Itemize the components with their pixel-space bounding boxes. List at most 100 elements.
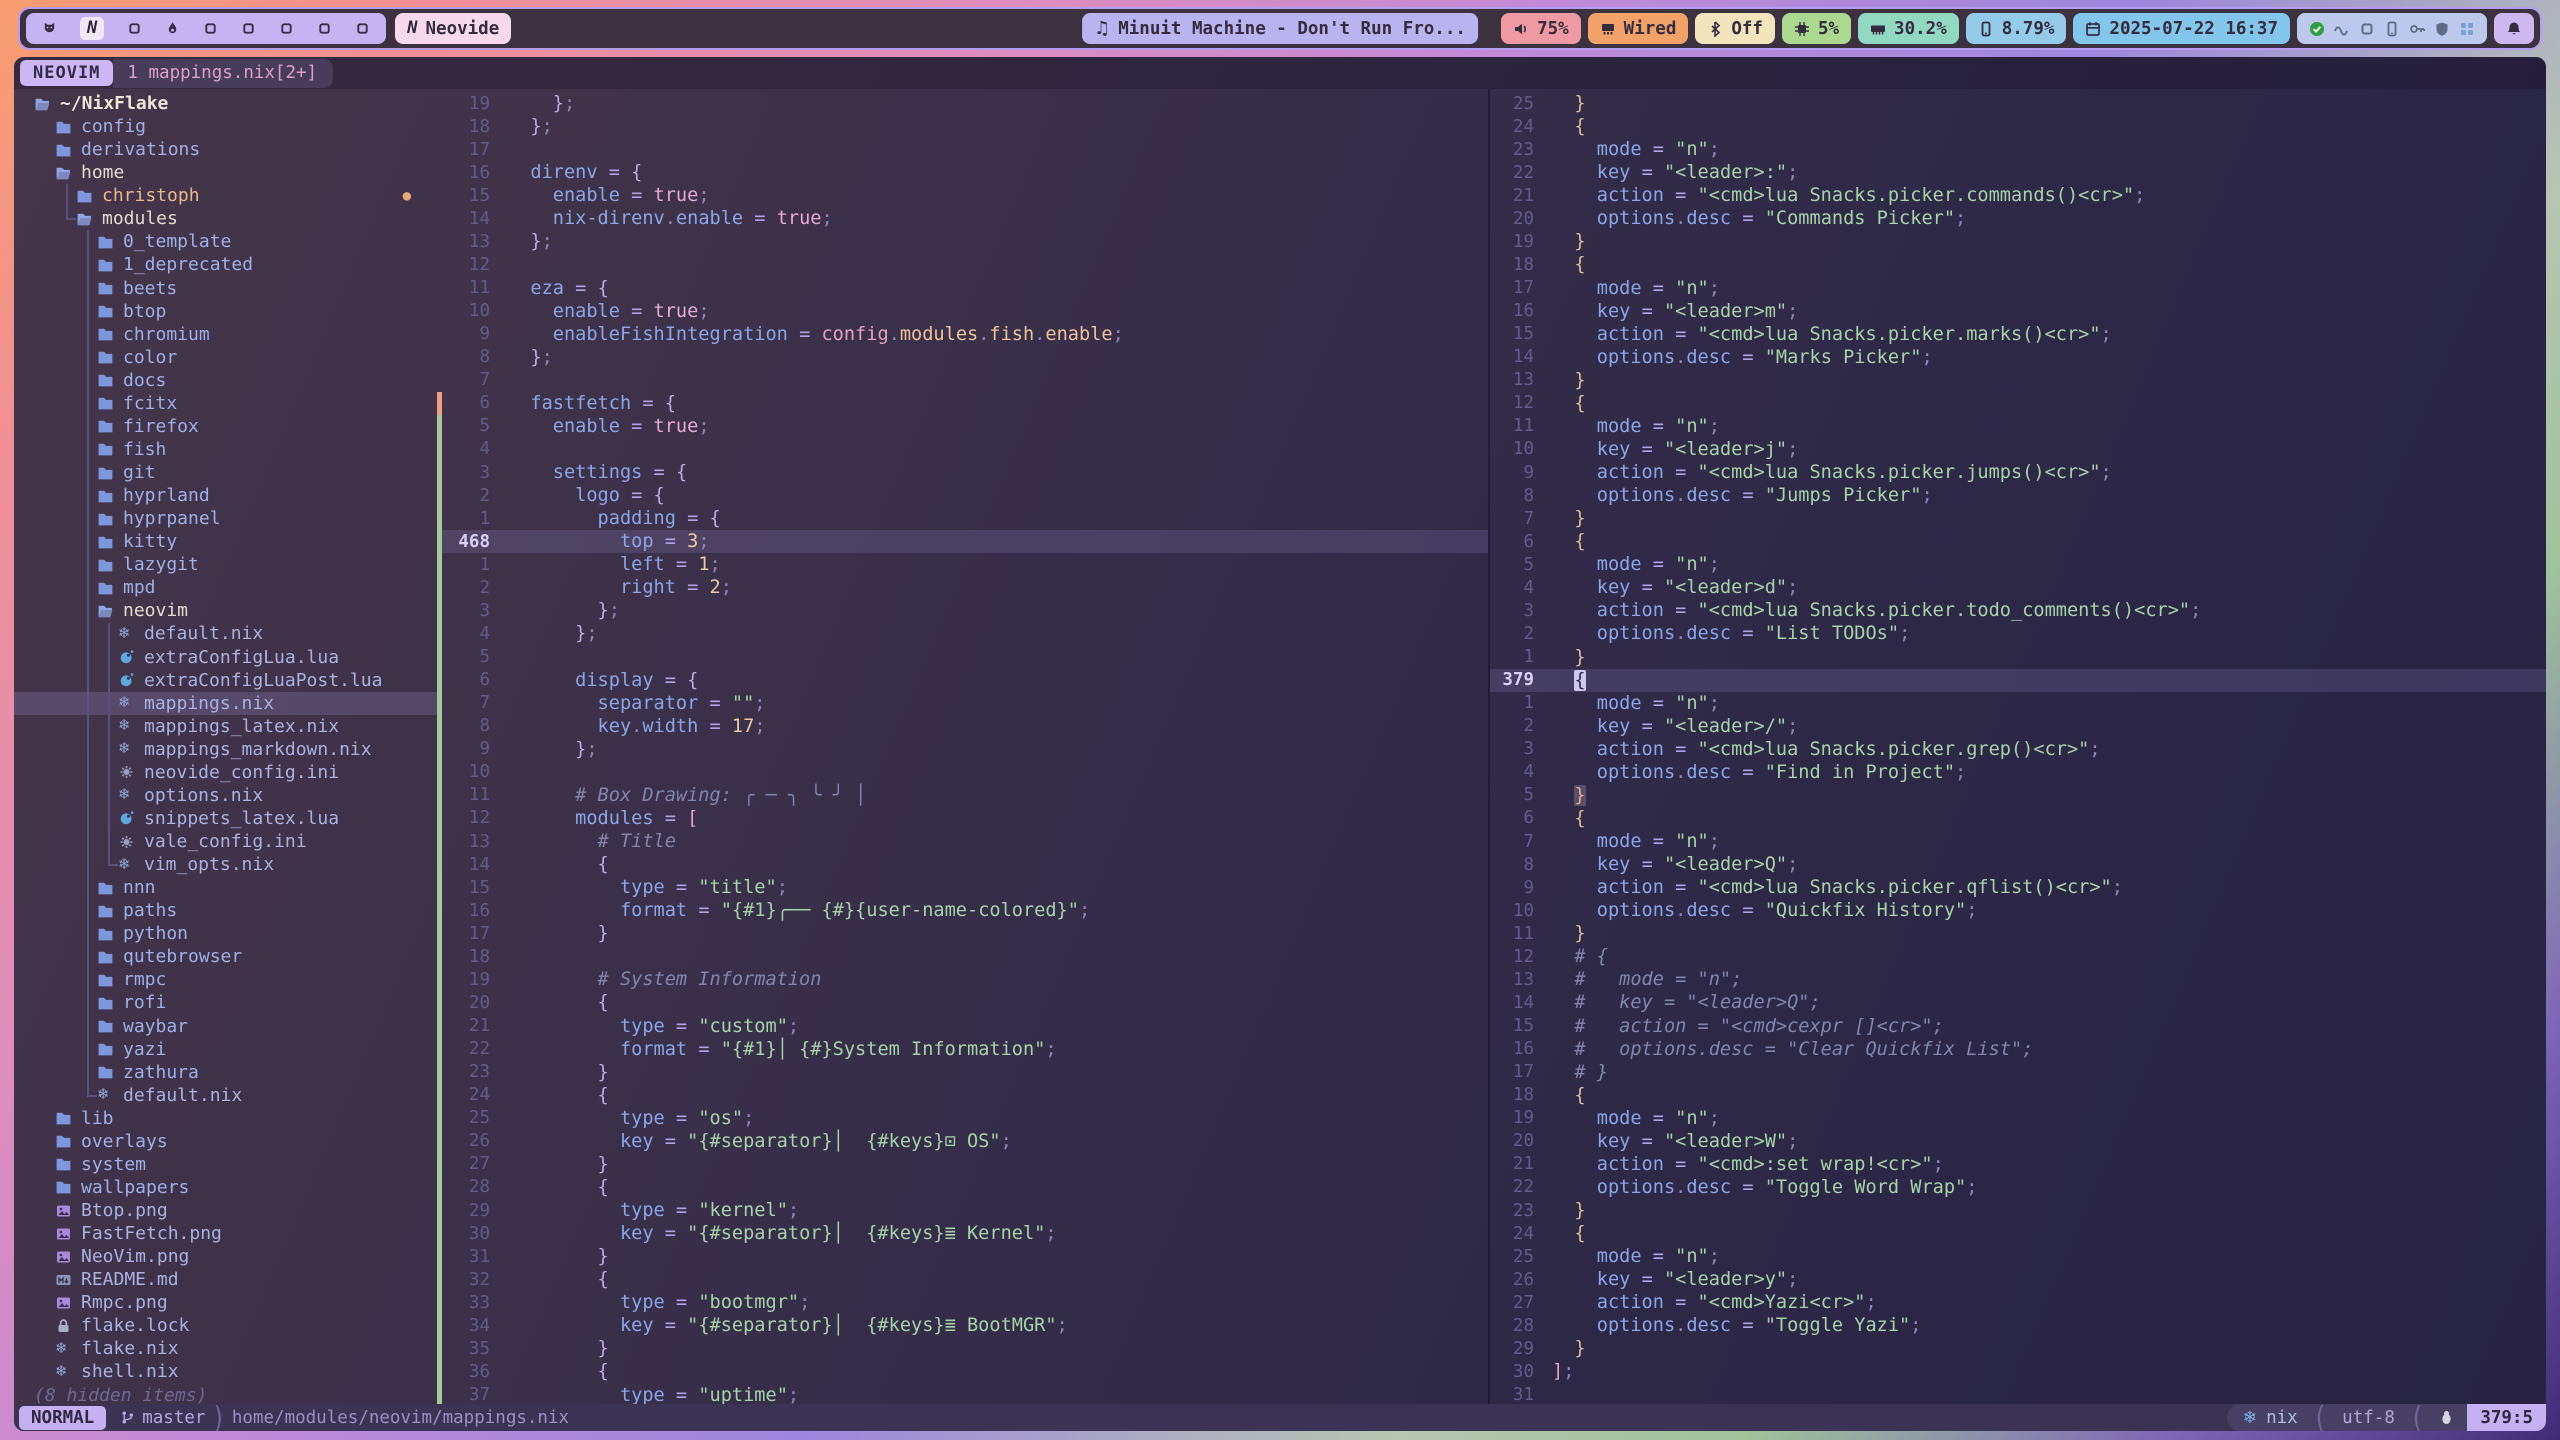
code-line[interactable]: 12 { — [1490, 392, 2546, 415]
tree-item-overlays[interactable]: overlays — [14, 1130, 437, 1153]
tree-item-vale-config-ini[interactable]: vale_config.ini — [14, 830, 437, 853]
code-line[interactable]: 11 } — [1490, 922, 2546, 945]
code-line[interactable]: 12 # { — [1490, 945, 2546, 968]
tree-item-firefox[interactable]: firefox — [14, 415, 437, 438]
code-line[interactable]: 11 # Box Drawing: ╭ ─ ╮ ╰ ╯ │ — [437, 784, 1488, 807]
tree-item-docs[interactable]: docs — [14, 369, 437, 392]
code-line[interactable]: 13 }; — [437, 230, 1488, 253]
code-line[interactable]: 1 mode = "n"; — [1490, 692, 2546, 715]
tree-item-1-deprecated[interactable]: 1_deprecated — [14, 253, 437, 276]
code-line[interactable]: 6 { — [1490, 807, 2546, 830]
code-line[interactable]: 14 { — [437, 853, 1488, 876]
tree-item-snippets-latex-lua[interactable]: snippets_latex.lua — [14, 807, 437, 830]
code-line[interactable]: 8 key = "<leader>Q"; — [1490, 853, 2546, 876]
code-line[interactable]: 15 action = "<cmd>lua Snacks.picker.mark… — [1490, 323, 2546, 346]
tree-item-hyprpanel[interactable]: hyprpanel — [14, 507, 437, 530]
clock-widget[interactable]: 2025-07-22 16:37 — [2073, 13, 2290, 44]
tree-item-nnn[interactable]: nnn — [14, 876, 437, 899]
code-line[interactable]: 9 enableFishIntegration = config.modules… — [437, 323, 1488, 346]
buffer-tab[interactable]: 1 mappings.nix[2+] — [113, 59, 333, 88]
tree-item-mpd[interactable]: mpd — [14, 576, 437, 599]
code-line[interactable]: 22 format = "{#1}│ {#}System Information… — [437, 1038, 1488, 1061]
code-line[interactable]: 29 type = "kernel"; — [437, 1199, 1488, 1222]
code-line[interactable]: 18 }; — [437, 115, 1488, 138]
code-line[interactable]: 20 { — [437, 991, 1488, 1014]
tree-item-system[interactable]: system — [14, 1153, 437, 1176]
code-line[interactable]: 21 action = "<cmd>:set wrap!<cr>"; — [1490, 1153, 2546, 1176]
code-line[interactable]: 3 action = "<cmd>lua Snacks.picker.grep(… — [1490, 738, 2546, 761]
code-line[interactable]: 7 } — [1490, 507, 2546, 530]
code-line[interactable]: 5 } — [1490, 784, 2546, 807]
code-line[interactable]: 11 mode = "n"; — [1490, 415, 2546, 438]
memory-widget[interactable]: 30.2% — [1858, 13, 1959, 44]
bluetooth-widget[interactable]: Off — [1695, 13, 1775, 44]
editor-pane-left[interactable]: 19 };18 };1716 direnv = {15 enable = tru… — [437, 89, 1488, 1404]
code-line[interactable]: 22 options.desc = "Toggle Word Wrap"; — [1490, 1176, 2546, 1199]
code-line[interactable]: 13 } — [1490, 369, 2546, 392]
tree-item-mappings-markdown-nix[interactable]: ❄mappings_markdown.nix — [14, 738, 437, 761]
code-line[interactable]: 19 } — [1490, 230, 2546, 253]
tree-item-zathura[interactable]: zathura — [14, 1061, 437, 1084]
code-line[interactable]: 29 } — [1490, 1337, 2546, 1360]
disk-widget[interactable]: 8.79% — [1966, 13, 2067, 44]
code-line[interactable]: 37 type = "uptime"; — [437, 1384, 1488, 1405]
code-line[interactable]: 3 }; — [437, 599, 1488, 622]
tree-item-btop-png[interactable]: Btop.png — [14, 1199, 437, 1222]
code-line[interactable]: 17 — [437, 138, 1488, 161]
tree-item-fish[interactable]: fish — [14, 438, 437, 461]
code-line[interactable]: 32 { — [437, 1268, 1488, 1291]
code-line[interactable]: 4 options.desc = "Find in Project"; — [1490, 761, 2546, 784]
code-line[interactable]: 24 { — [1490, 115, 2546, 138]
code-line[interactable]: 21 type = "custom"; — [437, 1015, 1488, 1038]
code-line[interactable]: 19 }; — [437, 92, 1488, 115]
code-line[interactable]: 27 action = "<cmd>Yazi<cr>"; — [1490, 1291, 2546, 1314]
code-line[interactable]: 14 # key = "<leader>Q"; — [1490, 991, 2546, 1014]
square-icon[interactable] — [317, 21, 332, 36]
code-line[interactable]: 15 # action = "<cmd>cexpr []<cr>"; — [1490, 1015, 2546, 1038]
code-line[interactable]: 6 display = { — [437, 669, 1488, 692]
code-line[interactable]: 2 options.desc = "List TODOs"; — [1490, 622, 2546, 645]
code-line[interactable]: 23 mode = "n"; — [1490, 138, 2546, 161]
tree-item-lazygit[interactable]: lazygit — [14, 553, 437, 576]
code-line[interactable]: 11 eza = { — [437, 277, 1488, 300]
tree-item-paths[interactable]: paths — [14, 899, 437, 922]
network-widget[interactable]: Wired — [1588, 13, 1689, 44]
tray-square-icon[interactable] — [2359, 21, 2375, 37]
code-line[interactable]: 33 type = "bootmgr"; — [437, 1291, 1488, 1314]
tree-item-extraconfiglua-lua[interactable]: extraConfigLua.lua — [14, 646, 437, 669]
tree-item-extraconfigluapost-lua[interactable]: extraConfigLuaPost.lua — [14, 669, 437, 692]
code-line[interactable]: 22 key = "<leader>:"; — [1490, 161, 2546, 184]
code-line[interactable]: 6 fastfetch = { — [437, 392, 1488, 415]
code-line[interactable]: 10 options.desc = "Quickfix History"; — [1490, 899, 2546, 922]
code-line[interactable]: 16 format = "{#1}╭── {#}{user-name-color… — [437, 899, 1488, 922]
cursor-line[interactable]: 379 { — [1490, 669, 2546, 692]
tray-grid-icon[interactable] — [2459, 21, 2475, 37]
tree-item-options-nix[interactable]: ❄options.nix — [14, 784, 437, 807]
code-line[interactable]: 10 key = "<leader>j"; — [1490, 438, 2546, 461]
code-line[interactable]: 18 { — [1490, 1084, 2546, 1107]
code-line[interactable]: 3 action = "<cmd>lua Snacks.picker.todo_… — [1490, 599, 2546, 622]
tree-item-waybar[interactable]: waybar — [14, 1015, 437, 1038]
code-line[interactable]: 8 options.desc = "Jumps Picker"; — [1490, 484, 2546, 507]
tray-shield-icon[interactable] — [2434, 21, 2450, 37]
code-line[interactable]: 7 — [437, 369, 1488, 392]
tree-item-neovim-png[interactable]: NeoVim.png — [14, 1245, 437, 1268]
code-line[interactable]: 23 } — [437, 1061, 1488, 1084]
code-line[interactable]: 31 — [1490, 1384, 2546, 1405]
system-tray[interactable] — [2297, 13, 2487, 44]
code-line[interactable]: 9 action = "<cmd>lua Snacks.picker.qflis… — [1490, 876, 2546, 899]
code-line[interactable]: 20 key = "<leader>W"; — [1490, 1130, 2546, 1153]
square-icon[interactable] — [241, 21, 256, 36]
code-line[interactable]: 9 action = "<cmd>lua Snacks.picker.jumps… — [1490, 461, 2546, 484]
tree-item--nixflake[interactable]: ~/NixFlake — [14, 92, 437, 115]
tree-item-btop[interactable]: btop — [14, 300, 437, 323]
tree-item-config[interactable]: config — [14, 115, 437, 138]
tree-item-qutebrowser[interactable]: qutebrowser — [14, 945, 437, 968]
code-line[interactable]: 23 } — [1490, 1199, 2546, 1222]
code-line[interactable]: 14 options.desc = "Marks Picker"; — [1490, 346, 2546, 369]
code-line[interactable]: 24 { — [1490, 1222, 2546, 1245]
code-line[interactable]: 30]; — [1490, 1360, 2546, 1383]
tree-item-neovide-config-ini[interactable]: neovide_config.ini — [14, 761, 437, 784]
code-line[interactable]: 2 key = "<leader>/"; — [1490, 715, 2546, 738]
code-line[interactable]: 1 } — [1490, 646, 2546, 669]
